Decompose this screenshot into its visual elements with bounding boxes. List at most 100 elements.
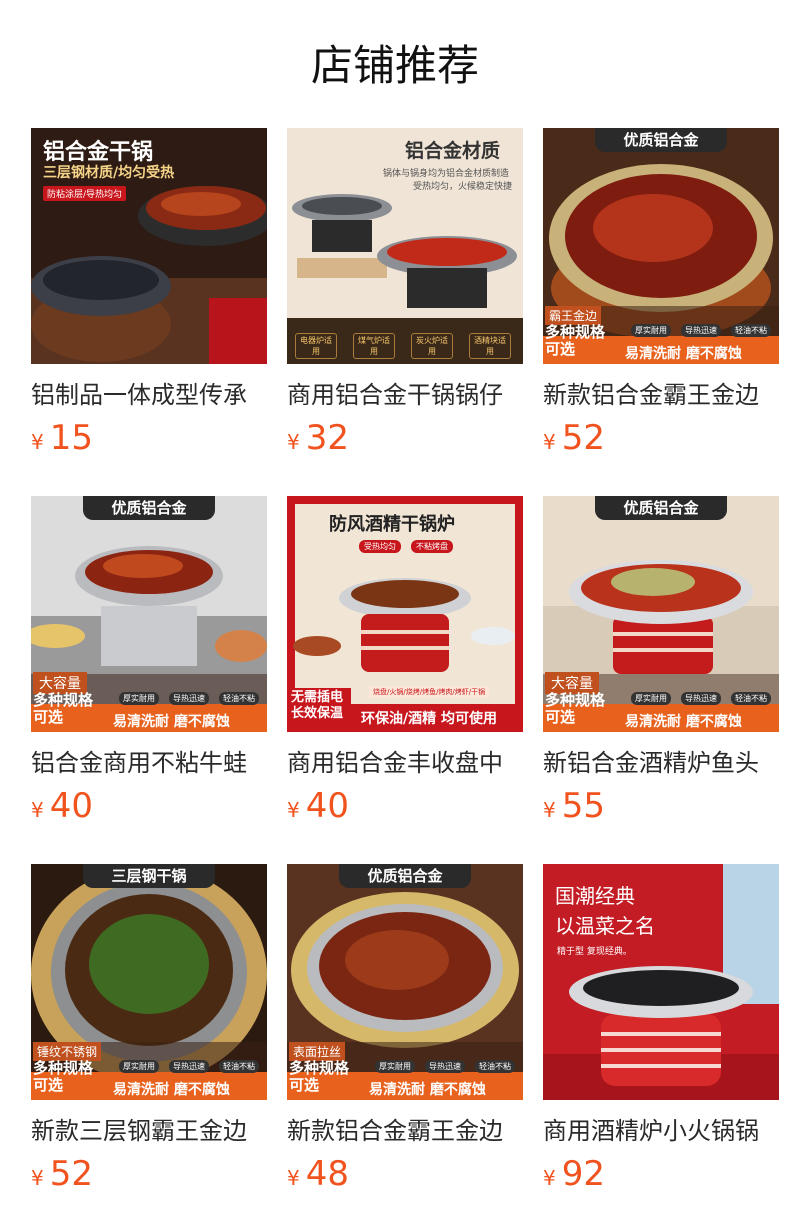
product-price: ¥92 <box>543 1152 605 1196</box>
product-price: ¥52 <box>543 416 605 460</box>
product-grid: 铝合金干锅 三层钢材质/均匀受热 防粘涂层/导热均匀 铝制品一体成型传承 ¥15… <box>31 128 779 1232</box>
image-chip: 导热迅速 <box>425 1060 465 1073</box>
image-slogan: 环保油/酒精 均可使用 <box>361 711 497 727</box>
image-chip: 厚实耐用 <box>119 1060 159 1073</box>
product-name[interactable]: 铝制品一体成型传承 <box>31 378 267 412</box>
image-chip: 轻油不粘 <box>731 692 771 705</box>
image-slogan: 易清洗耐 磨不腐蚀 <box>113 1082 230 1098</box>
image-banner: 优质铝合金 <box>595 128 727 152</box>
image-chip: 轻油不粘 <box>219 692 259 705</box>
image-chip: 厚实耐用 <box>375 1060 415 1073</box>
currency-symbol: ¥ <box>287 798 300 822</box>
image-chip: 导热迅速 <box>681 324 721 337</box>
image-banner: 三层钢干锅 <box>83 864 215 888</box>
product-price: ¥32 <box>287 416 349 460</box>
image-spec: 多种规格可选 <box>545 691 606 726</box>
image-banner: 优质铝合金 <box>339 864 471 888</box>
price-value: 52 <box>561 418 605 458</box>
image-banner: 优质铝合金 <box>595 496 727 520</box>
product-image[interactable]: 优质铝合金 大容量 多种规格可选 厚实耐用 导热迅速 轻油不粘 易清洗耐 磨不腐… <box>31 496 267 732</box>
product-name[interactable]: 商用铝合金干锅锅仔 <box>287 378 523 412</box>
image-spec: 多种规格可选 <box>33 691 94 726</box>
currency-symbol: ¥ <box>31 798 44 822</box>
product-name[interactable]: 铝合金商用不粘牛蛙 <box>31 746 267 780</box>
image-spec: 多种规格可选 <box>289 1059 350 1094</box>
price-value: 92 <box>561 1154 605 1194</box>
product-image[interactable]: 三层钢干锅 锤纹不锈钢 多种规格可选 厚实耐用 导热迅速 轻油不粘 易清洗耐 磨… <box>31 864 267 1100</box>
product-image[interactable]: 铝合金干锅 三层钢材质/均匀受热 防粘涂层/导热均匀 <box>31 128 267 364</box>
image-slogan: 易清洗耐 磨不腐蚀 <box>625 346 742 362</box>
currency-symbol: ¥ <box>31 1166 44 1190</box>
product-card[interactable]: 国潮经典 以温菜之名 精于型 复现经典。 商用酒精炉小火锅锅 ¥92 <box>543 864 779 1232</box>
product-image[interactable]: 国潮经典 以温菜之名 精于型 复现经典。 <box>543 864 779 1100</box>
product-image[interactable]: 防风酒精干锅炉 受热均匀 不粘烤盘 无需插电长效保温 烧盘/火锅/烧烤/烤鱼/烤… <box>287 496 523 732</box>
image-tag: 防粘涂层/导热均匀 <box>43 186 127 201</box>
image-pill: 受热均匀 <box>359 540 401 553</box>
image-headline: 国潮经典 <box>555 884 635 908</box>
product-price: ¥52 <box>31 1152 93 1196</box>
product-card[interactable]: 优质铝合金 大容量 多种规格可选 厚实耐用 导热迅速 轻油不粘 易清洗耐 磨不腐… <box>543 496 779 864</box>
price-value: 40 <box>49 786 93 826</box>
product-card[interactable]: 铝合金材质 锅体与锅身均为铝合金材质制造 受热均匀，火候稳定快捷 电器炉适用 煤… <box>287 128 523 496</box>
product-price: ¥40 <box>287 784 349 828</box>
product-name[interactable]: 新款铝合金霸王金边 <box>287 1114 523 1148</box>
product-name[interactable]: 新款三层钢霸王金边 <box>31 1114 267 1148</box>
image-chip: 轻油不粘 <box>731 324 771 337</box>
product-image[interactable]: 优质铝合金 表面拉丝 多种规格可选 厚实耐用 导热迅速 轻油不粘 易清洗耐 磨不… <box>287 864 523 1100</box>
image-badge: 煤气炉适用 <box>353 333 395 359</box>
price-value: 15 <box>49 418 93 458</box>
product-price: ¥55 <box>543 784 605 828</box>
page-title: 店铺推荐 <box>310 41 479 90</box>
price-value: 52 <box>49 1154 93 1194</box>
image-slogan: 易清洗耐 磨不腐蚀 <box>625 714 742 730</box>
product-image[interactable]: 优质铝合金 霸王金边 多种规格可选 厚实耐用 导热迅速 轻油不粘 易清洗耐 磨不… <box>543 128 779 364</box>
image-strip: 烧盘/火锅/烧烤/烤鱼/烤肉/烤虾/干锅 <box>369 686 490 698</box>
image-chip: 导热迅速 <box>169 692 209 705</box>
product-card[interactable]: 防风酒精干锅炉 受热均匀 不粘烤盘 无需插电长效保温 烧盘/火锅/烧烤/烤鱼/烤… <box>287 496 523 864</box>
currency-symbol: ¥ <box>287 430 300 454</box>
image-headline: 铝合金材质 <box>405 140 501 162</box>
currency-symbol: ¥ <box>287 1166 300 1190</box>
image-badge: 炭火炉适用 <box>411 333 453 359</box>
currency-symbol: ¥ <box>543 1166 556 1190</box>
product-card[interactable]: 优质铝合金 表面拉丝 多种规格可选 厚实耐用 导热迅速 轻油不粘 易清洗耐 磨不… <box>287 864 523 1232</box>
product-name[interactable]: 商用酒精炉小火锅锅 <box>543 1114 779 1148</box>
price-value: 48 <box>305 1154 349 1194</box>
product-card[interactable]: 三层钢干锅 锤纹不锈钢 多种规格可选 厚实耐用 导热迅速 轻油不粘 易清洗耐 磨… <box>31 864 267 1232</box>
image-slogan: 易清洗耐 磨不腐蚀 <box>113 714 230 730</box>
price-value: 40 <box>305 786 349 826</box>
image-chip: 厚实耐用 <box>631 692 671 705</box>
image-headline: 防风酒精干锅炉 <box>329 514 455 535</box>
image-chip: 厚实耐用 <box>631 324 671 337</box>
currency-symbol: ¥ <box>543 430 556 454</box>
image-pill: 不粘烤盘 <box>411 540 453 553</box>
image-slogan: 易清洗耐 磨不腐蚀 <box>369 1082 486 1098</box>
product-price: ¥48 <box>287 1152 349 1196</box>
price-value: 32 <box>305 418 349 458</box>
image-chip: 轻油不粘 <box>219 1060 259 1073</box>
image-subline: 锅体与锅身均为铝合金材质制造 <box>383 169 510 179</box>
image-chip: 导热迅速 <box>681 692 721 705</box>
image-chip: 厚实耐用 <box>119 692 159 705</box>
product-image[interactable]: 铝合金材质 锅体与锅身均为铝合金材质制造 受热均匀，火候稳定快捷 电器炉适用 煤… <box>287 128 523 364</box>
image-spec: 多种规格可选 <box>545 323 606 358</box>
product-name[interactable]: 新款铝合金霸王金边 <box>543 378 779 412</box>
currency-symbol: ¥ <box>31 430 44 454</box>
image-corner: 无需插电长效保温 <box>289 688 351 724</box>
image-badge: 酒精块适用 <box>469 333 511 359</box>
product-card[interactable]: 优质铝合金 霸王金边 多种规格可选 厚实耐用 导热迅速 轻油不粘 易清洗耐 磨不… <box>543 128 779 496</box>
image-subline: 受热均匀，火候稳定快捷 <box>413 182 513 192</box>
currency-symbol: ¥ <box>543 798 556 822</box>
image-spec: 多种规格可选 <box>33 1059 94 1094</box>
image-subline: 三层钢材质/均匀受热 <box>43 165 175 181</box>
image-chip: 轻油不粘 <box>475 1060 515 1073</box>
product-card[interactable]: 铝合金干锅 三层钢材质/均匀受热 防粘涂层/导热均匀 铝制品一体成型传承 ¥15 <box>31 128 267 496</box>
price-value: 55 <box>561 786 605 826</box>
product-name[interactable]: 商用铝合金丰收盘中 <box>287 746 523 780</box>
image-badge: 电器炉适用 <box>295 333 337 359</box>
product-price: ¥40 <box>31 784 93 828</box>
product-price: ¥15 <box>31 416 93 460</box>
product-name[interactable]: 新铝合金酒精炉鱼头 <box>543 746 779 780</box>
product-card[interactable]: 优质铝合金 大容量 多种规格可选 厚实耐用 导热迅速 轻油不粘 易清洗耐 磨不腐… <box>31 496 267 864</box>
product-image[interactable]: 优质铝合金 大容量 多种规格可选 厚实耐用 导热迅速 轻油不粘 易清洗耐 磨不腐… <box>543 496 779 732</box>
